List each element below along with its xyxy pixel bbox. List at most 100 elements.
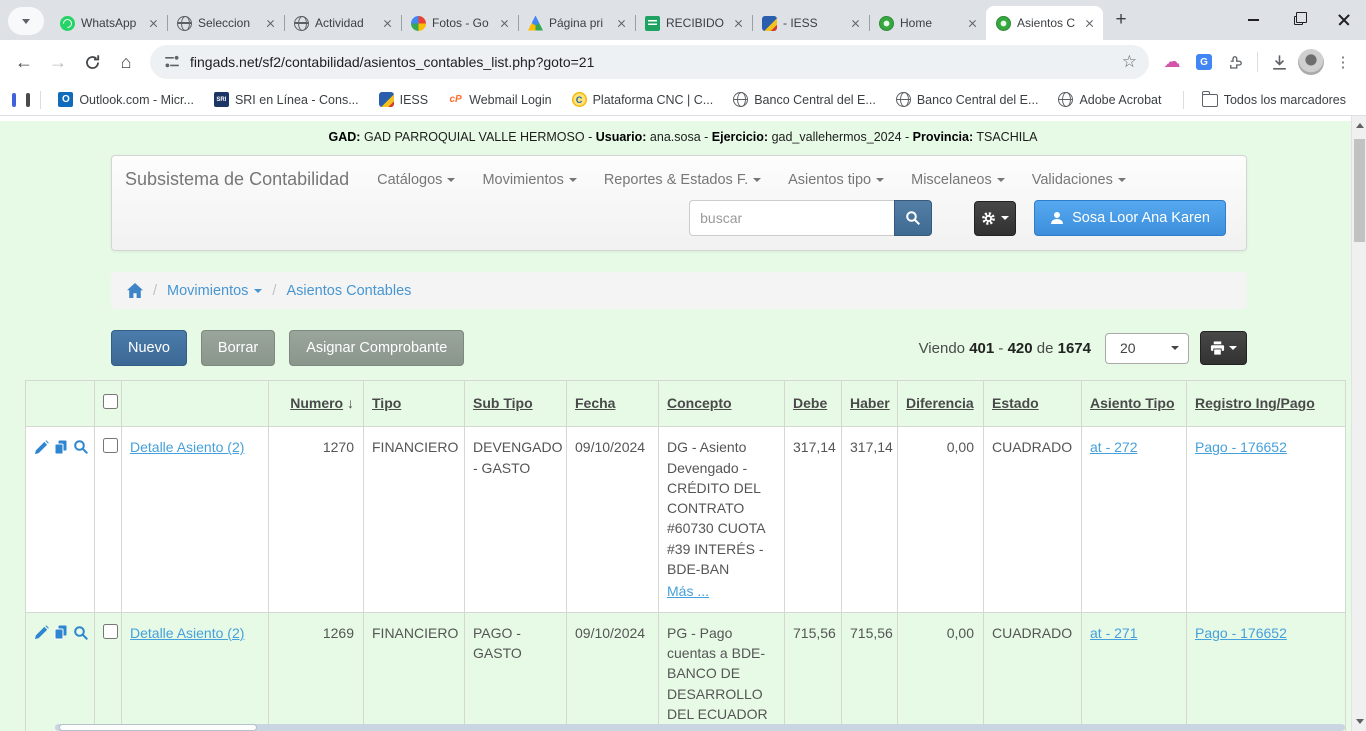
bookmark-sri[interactable]: SRI en Línea - Cons... (206, 92, 367, 107)
bookmark-outlook[interactable]: Outlook.com - Micr... (50, 92, 202, 107)
search-input[interactable] (689, 200, 894, 236)
registro-pago-link[interactable]: Pago - 176652 (1195, 625, 1287, 641)
close-icon[interactable] (848, 16, 863, 31)
bookmark-iess[interactable]: IESS (371, 92, 437, 107)
tab-iess[interactable]: - IESS (752, 6, 869, 40)
bookmark-banco-central-1[interactable]: Banco Central del E... (725, 92, 884, 107)
restore-button[interactable] (1276, 0, 1321, 40)
menu-validaciones[interactable]: Validaciones (1032, 172, 1126, 188)
mas-link[interactable]: Más ... (667, 581, 779, 601)
header-concepto[interactable]: Concepto (659, 381, 785, 427)
header-diferencia[interactable]: Diferencia (898, 381, 984, 427)
header-estado[interactable]: Estado (984, 381, 1082, 427)
header-numero[interactable]: Numero ↓ (269, 381, 364, 427)
user-button[interactable]: Sosa Loor Ana Karen (1034, 200, 1226, 236)
downloads-button[interactable] (1264, 47, 1294, 77)
close-icon[interactable] (614, 16, 629, 31)
scroll-down-arrow[interactable] (1356, 719, 1364, 724)
asiento-tipo-link[interactable]: at - 271 (1090, 625, 1137, 641)
reload-button[interactable] (76, 46, 108, 78)
vertical-scrollbar[interactable] (1351, 116, 1366, 731)
diferencia-cell: 0,00 (898, 612, 984, 731)
copy-icon[interactable] (54, 625, 68, 640)
profile-avatar[interactable] (1296, 47, 1326, 77)
bookmark-star-icon[interactable]: ☆ (1122, 52, 1137, 72)
new-tab-button[interactable] (1107, 6, 1135, 34)
bookmark-cnc[interactable]: Plataforma CNC | C... (564, 92, 722, 107)
close-icon[interactable] (731, 16, 746, 31)
view-icon[interactable] (73, 625, 89, 641)
header-haber[interactable]: Haber (842, 381, 898, 427)
pinned-bookmark-dark-icon[interactable] (26, 93, 30, 107)
bookmark-banco-central-2[interactable]: Banco Central del E... (888, 92, 1047, 107)
select-all-checkbox[interactable] (103, 394, 118, 409)
home-button[interactable]: ⌂ (110, 46, 142, 78)
settings-dropdown-button[interactable] (974, 201, 1016, 236)
view-icon[interactable] (73, 439, 89, 455)
tab-pagina-principal[interactable]: Página pri (518, 6, 635, 40)
close-icon[interactable] (263, 16, 278, 31)
header-registro[interactable]: Registro Ing/Pago (1187, 381, 1346, 427)
asiento-tipo-link[interactable]: at - 272 (1090, 439, 1137, 455)
extensions-icon[interactable] (1221, 47, 1251, 77)
tab-actividad[interactable]: Actividad (284, 6, 401, 40)
edit-icon[interactable] (34, 625, 49, 640)
tab-home[interactable]: Home (869, 6, 986, 40)
tab-recibido[interactable]: RECIBIDO (635, 6, 752, 40)
registro-pago-link[interactable]: Pago - 176652 (1195, 439, 1287, 455)
bookmark-adobe[interactable]: Adobe Acrobat (1050, 92, 1169, 107)
scroll-up-arrow[interactable] (1356, 123, 1364, 128)
page-size-select[interactable]: 20 (1105, 333, 1189, 364)
close-icon[interactable] (380, 16, 395, 31)
breadcrumb-asientos-contables[interactable]: Asientos Contables (286, 283, 411, 299)
url-text[interactable]: fingads.net/sf2/contabilidad/asientos_co… (190, 54, 1112, 70)
horizontal-scrollbar-thumb[interactable] (59, 724, 257, 731)
all-bookmarks-button[interactable]: Todos los marcadores (1194, 92, 1354, 107)
translate-icon[interactable] (1189, 47, 1219, 77)
close-icon[interactable] (965, 16, 980, 31)
vertical-scrollbar-thumb[interactable] (1354, 139, 1365, 242)
site-settings-icon[interactable] (164, 54, 180, 70)
detalle-asiento-link[interactable]: Detalle Asiento (2) (130, 625, 244, 641)
address-bar[interactable]: fingads.net/sf2/contabilidad/asientos_co… (150, 45, 1149, 79)
tab-whatsapp[interactable]: WhatsApp (50, 6, 167, 40)
weather-extension-icon[interactable]: ☁ (1157, 47, 1187, 77)
pinned-bookmark-blue-icon[interactable] (12, 93, 16, 107)
browser-menu-button[interactable]: ⋮ (1328, 47, 1358, 77)
close-icon[interactable] (1082, 16, 1097, 31)
search-button[interactable] (894, 200, 932, 236)
tab-fotos[interactable]: Fotos - Go (401, 6, 518, 40)
menu-reportes[interactable]: Reportes & Estados F. (604, 172, 761, 188)
asignar-comprobante-button[interactable]: Asignar Comprobante (289, 330, 464, 366)
close-icon[interactable] (146, 16, 161, 31)
forward-button[interactable]: → (42, 46, 74, 78)
print-dropdown-button[interactable] (1200, 331, 1247, 365)
header-debe[interactable]: Debe (785, 381, 842, 427)
tab-asientos-active[interactable]: Asientos C (986, 6, 1103, 40)
menu-catalogos[interactable]: Catálogos (377, 172, 455, 188)
header-tipo[interactable]: Tipo (364, 381, 465, 427)
menu-movimientos[interactable]: Movimientos (482, 172, 576, 188)
header-fecha[interactable]: Fecha (567, 381, 659, 427)
horizontal-scrollbar[interactable] (55, 724, 1345, 731)
menu-asientos-tipo[interactable]: Asientos tipo (788, 172, 884, 188)
home-icon[interactable] (127, 283, 143, 298)
edit-icon[interactable] (34, 440, 49, 455)
header-sub-tipo[interactable]: Sub Tipo (465, 381, 567, 427)
copy-icon[interactable] (54, 440, 68, 455)
detalle-asiento-link[interactable]: Detalle Asiento (2) (130, 439, 244, 455)
bookmark-webmail[interactable]: Webmail Login (440, 92, 559, 107)
back-button[interactable]: ← (8, 46, 40, 78)
borrar-button[interactable]: Borrar (201, 330, 275, 366)
tab-search-button[interactable] (8, 7, 44, 35)
nuevo-button[interactable]: Nuevo (111, 330, 187, 366)
header-asiento-tipo[interactable]: Asiento Tipo (1082, 381, 1187, 427)
close-icon[interactable] (497, 16, 512, 31)
breadcrumb-movimientos[interactable]: Movimientos (167, 283, 262, 299)
menu-miscelaneos[interactable]: Miscelaneos (911, 172, 1005, 188)
tab-seleccion[interactable]: Seleccion (167, 6, 284, 40)
close-window-button[interactable] (1321, 0, 1366, 40)
minimize-button[interactable] (1231, 0, 1276, 40)
row-checkbox[interactable] (103, 438, 118, 453)
row-checkbox[interactable] (103, 624, 118, 639)
